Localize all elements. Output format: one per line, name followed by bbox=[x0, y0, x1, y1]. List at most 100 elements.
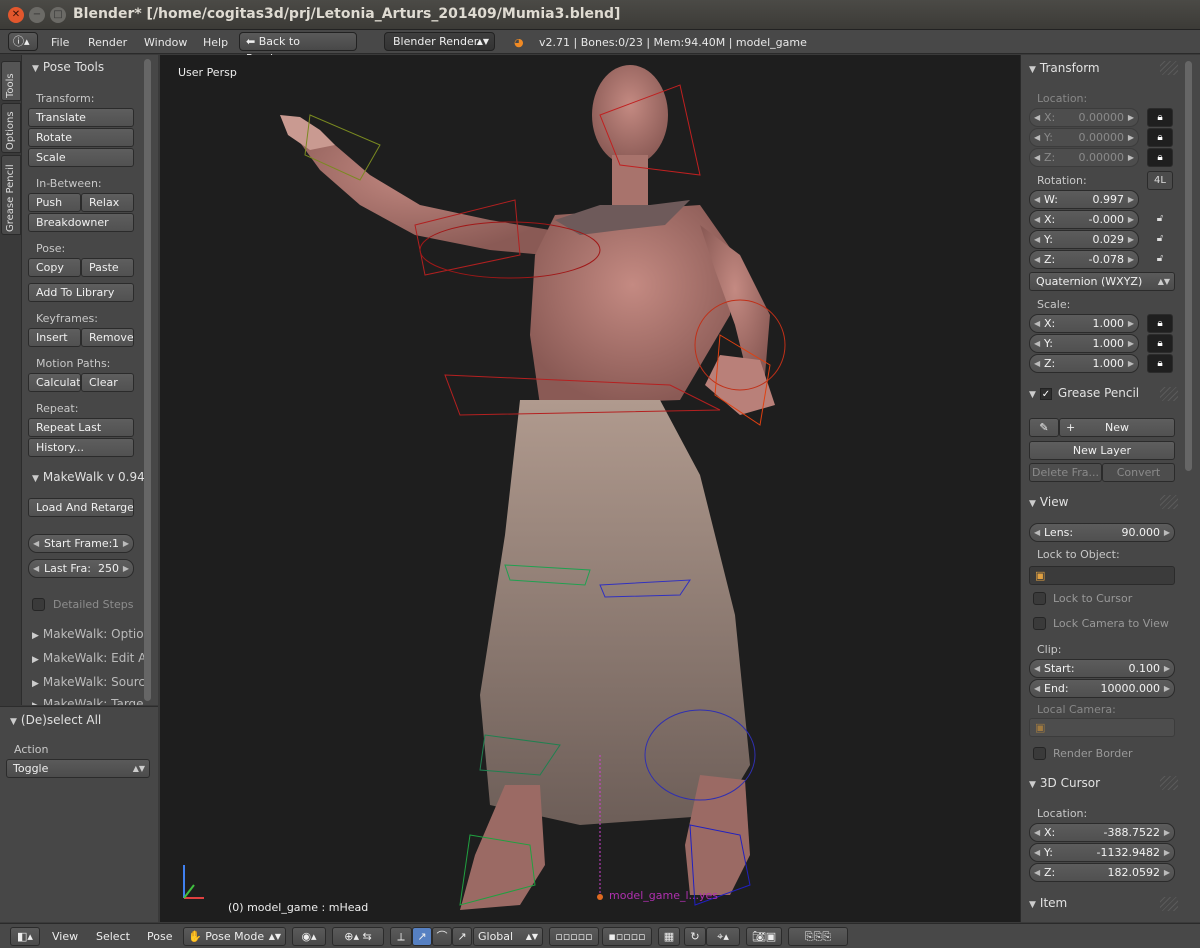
add-to-library-button[interactable]: Add To Library bbox=[28, 283, 134, 302]
lock-location-x-icon[interactable]: 🔒︎ bbox=[1147, 108, 1173, 127]
gp-new-layer-button[interactable]: New Layer bbox=[1029, 441, 1175, 460]
auto-ik-icon[interactable]: ↻ bbox=[684, 927, 706, 946]
rotation-y-field[interactable]: ◀ Y: 0.029 ▶ bbox=[1029, 230, 1139, 249]
paste-pose-button[interactable]: Paste bbox=[81, 258, 134, 277]
scale-button[interactable]: Scale bbox=[28, 148, 134, 167]
editor-type-button[interactable]: ◧▴ bbox=[10, 927, 40, 946]
makewalk-target-header[interactable]: ▶MakeWalk: Targe bbox=[32, 697, 144, 705]
lock-to-object-field[interactable]: ▣ bbox=[1029, 566, 1175, 585]
lock-rotation-x-icon[interactable]: 🔓︎ bbox=[1147, 210, 1173, 229]
scale-x-field[interactable]: ◀ X: 1.000 ▶ bbox=[1029, 314, 1139, 333]
translate-manipulator[interactable]: ↗ bbox=[412, 927, 432, 946]
orientation-select[interactable]: Global ▲▼ bbox=[473, 927, 543, 946]
relax-button[interactable]: Relax bbox=[81, 193, 134, 212]
layers-grid-2[interactable]: ▪▫▫▫▫ bbox=[602, 927, 652, 946]
scale-z-field[interactable]: ◀ Z: 1.000 ▶ bbox=[1029, 354, 1139, 373]
render-buttons[interactable]: 📷︎▣ bbox=[746, 927, 782, 946]
lens-field[interactable]: ◀ Lens: 90.000 ▶ bbox=[1029, 523, 1175, 542]
properties-scrollbar[interactable] bbox=[1185, 61, 1192, 471]
makewalk-header[interactable]: ▼ MakeWalk v 0.94 bbox=[32, 470, 145, 490]
cursor-x-field[interactable]: ◀ X: -388.7522 ▶ bbox=[1029, 823, 1175, 842]
panel-grip[interactable] bbox=[1160, 387, 1178, 401]
lock-scale-z-icon[interactable]: 🔒︎ bbox=[1147, 354, 1173, 373]
rotation-z-field[interactable]: ◀ Z: -0.078 ▶ bbox=[1029, 250, 1139, 269]
lock-rotation-y-icon[interactable]: 🔓︎ bbox=[1147, 230, 1173, 249]
pose-tools-header[interactable]: ▼ Pose Tools bbox=[32, 60, 104, 80]
lock-location-z-icon[interactable]: 🔒︎ bbox=[1147, 148, 1173, 167]
rotate-button[interactable]: Rotate bbox=[28, 128, 134, 147]
editor-type-button[interactable]: ⓘ▴ bbox=[8, 32, 38, 51]
lock-camera-to-view-checkbox[interactable] bbox=[1033, 617, 1046, 630]
menu-pose[interactable]: Pose bbox=[147, 930, 172, 943]
rotation-w-field[interactable]: ◀ W: 0.997 ▶ bbox=[1029, 190, 1139, 209]
gp-new-button[interactable]: + New bbox=[1059, 418, 1175, 437]
local-camera-field[interactable]: ▣ bbox=[1029, 718, 1175, 737]
menu-window[interactable]: Window bbox=[144, 34, 187, 52]
menu-render[interactable]: Render bbox=[88, 34, 127, 52]
insert-keyframe-button[interactable]: Insert bbox=[28, 328, 81, 347]
remove-keyframe-button[interactable]: Remove bbox=[81, 328, 134, 347]
menu-select[interactable]: Select bbox=[96, 930, 130, 943]
item-panel-header[interactable]: ▼ Item bbox=[1029, 896, 1067, 910]
cursor-z-field[interactable]: ◀ Z: 182.0592 ▶ bbox=[1029, 863, 1175, 882]
makewalk-options-header[interactable]: ▶ MakeWalk: Optio bbox=[32, 627, 144, 647]
menu-help[interactable]: Help bbox=[203, 34, 228, 52]
menu-file[interactable]: File bbox=[51, 34, 69, 52]
render-engine-select[interactable]: Blender Render ▲▼ bbox=[384, 32, 495, 51]
layers-grid-1[interactable]: ▫▫▫▫▫ bbox=[549, 927, 599, 946]
back-to-previous-button[interactable]: ⬅ Back to Previous bbox=[239, 32, 357, 65]
rotation-4l-toggle[interactable]: 4L bbox=[1147, 171, 1173, 190]
transform-panel-header[interactable]: ▼ Transform bbox=[1029, 61, 1100, 75]
lock-rotation-z-icon[interactable]: 🔓︎ bbox=[1147, 250, 1173, 269]
panel-grip[interactable] bbox=[1160, 61, 1178, 75]
clip-start-field[interactable]: ◀ Start: 0.100 ▶ bbox=[1029, 659, 1175, 678]
detailed-steps-checkbox[interactable] bbox=[32, 598, 45, 611]
tab-options[interactable]: Options bbox=[1, 103, 21, 153]
location-x-field[interactable]: ◀ X: 0.00000 ▶ bbox=[1029, 108, 1139, 127]
pencil-icon[interactable]: ✎ bbox=[1029, 418, 1059, 437]
scale-manipulator[interactable]: ↗ bbox=[452, 927, 472, 946]
rotation-mode-select[interactable]: Quaternion (WXYZ) ▲▼ bbox=[1029, 272, 1175, 291]
gp-convert-button[interactable]: Convert bbox=[1102, 463, 1175, 482]
clear-paths-button[interactable]: Clear bbox=[81, 373, 134, 392]
translate-button[interactable]: Translate bbox=[28, 108, 134, 127]
calculate-paths-button[interactable]: Calculat bbox=[28, 373, 81, 392]
lock-location-y-icon[interactable]: 🔒︎ bbox=[1147, 128, 1173, 147]
panel-grip[interactable] bbox=[1160, 495, 1178, 509]
location-y-field[interactable]: ◀ Y: 0.00000 ▶ bbox=[1029, 128, 1139, 147]
makewalk-edit-header[interactable]: ▶ MakeWalk: Edit A bbox=[32, 651, 146, 671]
copy-paste-pose-buttons[interactable]: ⎘⎘⎘ bbox=[788, 927, 848, 946]
3d-viewport[interactable]: User Persp (0) model_game : mHead model_… bbox=[160, 55, 1020, 922]
panel-grip[interactable] bbox=[1160, 776, 1178, 790]
rotate-manipulator[interactable]: ⌒ bbox=[432, 927, 452, 946]
window-maximize-button[interactable]: □ bbox=[50, 7, 66, 23]
operator-header[interactable]: ▼ (De)select All bbox=[10, 713, 101, 733]
push-button[interactable]: Push bbox=[28, 193, 81, 212]
grease-pencil-panel-header[interactable]: ▼ ✓ Grease Pencil bbox=[1029, 386, 1139, 400]
tab-tools[interactable]: Tools bbox=[1, 61, 21, 101]
breakdowner-button[interactable]: Breakdowner bbox=[28, 213, 134, 232]
viewport-shading-select[interactable]: ◉▴ bbox=[292, 927, 326, 946]
start-frame-field[interactable]: ◀ Start Frame: 1 ▶ bbox=[28, 534, 134, 553]
makewalk-source-header[interactable]: ▶ MakeWalk: Sourc bbox=[32, 675, 145, 695]
pivot-select[interactable]: ⊕▴ ⇆ bbox=[332, 927, 384, 946]
render-border-checkbox[interactable] bbox=[1033, 747, 1046, 760]
window-minimize-button[interactable]: − bbox=[29, 7, 45, 23]
menu-view[interactable]: View bbox=[52, 930, 78, 943]
location-z-field[interactable]: ◀ Z: 0.00000 ▶ bbox=[1029, 148, 1139, 167]
lock-to-cursor-checkbox[interactable] bbox=[1033, 592, 1046, 605]
pose-library-icon[interactable]: ▦ bbox=[658, 927, 680, 946]
manipulator-toggle[interactable]: ⟂ bbox=[390, 927, 412, 946]
action-select[interactable]: Toggle ▲▼ bbox=[6, 759, 150, 778]
snap-select[interactable]: ⌖▴ bbox=[706, 927, 740, 946]
cursor-panel-header[interactable]: ▼ 3D Cursor bbox=[1029, 776, 1100, 790]
view-panel-header[interactable]: ▼ View bbox=[1029, 495, 1068, 509]
cursor-y-field[interactable]: ◀ Y: -1132.9482 ▶ bbox=[1029, 843, 1175, 862]
repeat-last-button[interactable]: Repeat Last bbox=[28, 418, 134, 437]
scale-y-field[interactable]: ◀ Y: 1.000 ▶ bbox=[1029, 334, 1139, 353]
gp-delete-frame-button[interactable]: Delete Fra... bbox=[1029, 463, 1102, 482]
tab-grease-pencil[interactable]: Grease Pencil bbox=[1, 155, 21, 235]
rotation-x-field[interactable]: ◀ X: -0.000 ▶ bbox=[1029, 210, 1139, 229]
tool-shelf-scrollbar[interactable] bbox=[144, 59, 151, 701]
lock-scale-x-icon[interactable]: 🔒︎ bbox=[1147, 314, 1173, 333]
